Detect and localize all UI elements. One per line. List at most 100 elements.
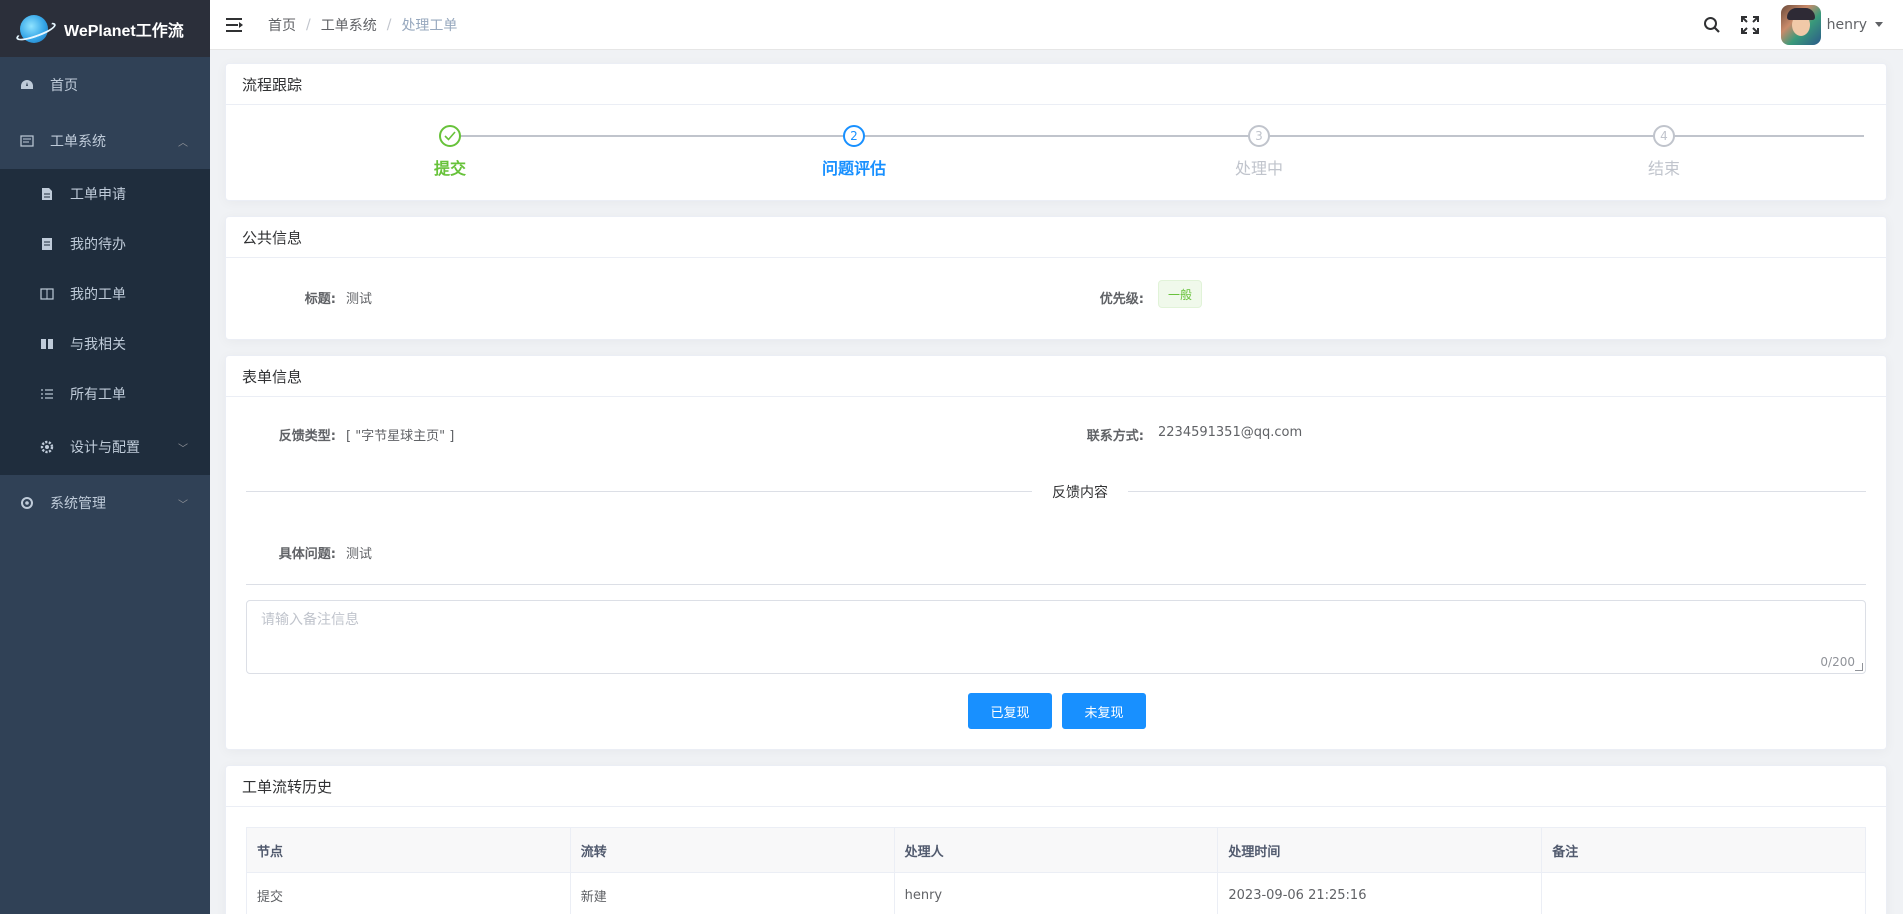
chevron-up-icon: ︿ (178, 137, 188, 149)
sidebar-item-label: 系统管理 (50, 496, 106, 512)
priority-tag: 一般 (1158, 280, 1203, 308)
form-edit-icon (40, 187, 54, 201)
sidebar-item-label: 首页 (50, 78, 78, 94)
breadcrumb-home[interactable]: 首页 (268, 15, 296, 35)
divider-text: 反馈内容 (1032, 482, 1128, 502)
table-row: 提交 新建 henry 2023-09-06 21:25:16 (247, 873, 1865, 914)
table-cell (1542, 873, 1865, 914)
app-logo[interactable]: WePlanet工作流 (0, 0, 210, 57)
gear-icon (40, 440, 54, 454)
breadcrumb-current: 处理工单 (401, 17, 458, 34)
remark-placeholder: 请输入备注信息 (261, 612, 359, 628)
table-header-row: 节点 流转 处理人 处理时间 备注 (247, 828, 1865, 873)
app-name: WePlanet工作流 (64, 22, 184, 40)
step-label: 处理中 (1234, 159, 1283, 178)
sidebar-item-design-config[interactable]: 设计与配置 ﹀ (0, 419, 210, 475)
step-processing: 3 处理中 (1159, 125, 1359, 179)
title-value: 测试 (346, 292, 373, 307)
priority-label: 优先级: (1099, 292, 1144, 307)
remark-textarea[interactable]: 请输入备注信息 0/200 (246, 600, 1866, 674)
remark-char-count: 0/200 (1820, 655, 1855, 669)
card-title: 公共信息 (226, 217, 1886, 258)
step-label: 提交 (433, 159, 466, 178)
sidebar-item-all-tickets[interactable]: 所有工单 (0, 369, 210, 419)
breadcrumb-ticket-system[interactable]: 工单系统 (321, 15, 377, 35)
sidebar-item-label: 工单申请 (70, 187, 126, 203)
search-icon[interactable] (1701, 14, 1723, 36)
column-header: 节点 (247, 828, 571, 872)
sidebar-item-label: 与我相关 (70, 337, 126, 353)
breadcrumb-separator: / (386, 16, 392, 33)
issue-row: 具体问题: 测试 (226, 531, 1886, 571)
system-icon (20, 496, 34, 510)
step-number: 4 (1653, 125, 1675, 147)
sidebar-item-home[interactable]: 首页 (0, 57, 210, 113)
chevron-down-icon: ﹀ (178, 443, 188, 455)
sidebar-item-system-admin[interactable]: 系统管理 ﹀ (0, 475, 210, 531)
process-tracking-card: 流程跟踪 提交 2 问题评估 3 处理中 4 结束 (225, 63, 1887, 201)
table-cell: henry (895, 873, 1219, 914)
form-info-card: 表单信息 反馈类型: [ "字节星球主页" ] 联系方式: 2234591351… (225, 355, 1887, 750)
process-steps: 提交 2 问题评估 3 处理中 4 结束 (226, 105, 1886, 201)
table-cell: 提交 (247, 873, 571, 914)
feedback-type-value: [ "字节星球主页" ] (346, 429, 455, 444)
list-icon (40, 387, 54, 401)
planet-logo-icon (20, 14, 48, 43)
sidebar-item-ticket-apply[interactable]: 工单申请 (0, 169, 210, 219)
issue-label: 具体问题: (278, 547, 336, 562)
not-reproduced-button[interactable]: 未复现 (1062, 693, 1146, 729)
card-title: 流程跟踪 (226, 64, 1886, 105)
column-header: 处理人 (894, 828, 1219, 872)
table-cell: 新建 (571, 873, 895, 914)
sidebar-item-ticket-system[interactable]: 工单系统 ︿ (0, 113, 210, 169)
step-assessment: 2 问题评估 (754, 125, 954, 179)
step-submit: 提交 (350, 125, 550, 179)
caret-down-icon[interactable] (1875, 22, 1883, 27)
sidebar-item-my-tickets[interactable]: 我的工单 (0, 269, 210, 319)
resize-handle-icon[interactable] (1855, 663, 1863, 671)
card-title: 工单流转历史 (226, 766, 1886, 807)
sidebar-item-label: 工单系统 (50, 134, 106, 150)
username[interactable]: henry (1827, 17, 1867, 33)
step-end: 4 结束 (1564, 125, 1764, 179)
chevron-down-icon: ﹀ (178, 499, 188, 511)
feedback-type-label: 反馈类型: (278, 429, 336, 444)
column-header: 流转 (570, 828, 895, 872)
top-navbar: 首页 / 工单系统 / 处理工单 henry (210, 0, 1903, 50)
title-label: 标题: (304, 292, 336, 307)
avatar[interactable] (1780, 4, 1821, 45)
public-info-card: 公共信息 标题: 测试 优先级: 一般 (225, 216, 1887, 340)
step-number: 3 (1248, 125, 1270, 147)
my-ticket-icon (40, 287, 54, 301)
navbar-right: henry (1701, 0, 1903, 50)
sidebar-toggle-icon[interactable] (226, 17, 246, 33)
sidebar-menu: 首页 工单系统 ︿ 工单申请 我的待办 我的工单 与我相关 所有工单 设计与配置… (0, 57, 210, 531)
fullscreen-icon[interactable] (1739, 14, 1761, 36)
breadcrumb-separator: / (306, 16, 311, 33)
contact-value: 2234591351@qq.com (1158, 425, 1303, 440)
ticket-system-icon (20, 134, 34, 148)
sidebar-item-my-todo[interactable]: 我的待办 (0, 219, 210, 269)
reproduced-button[interactable]: 已复现 (968, 693, 1052, 729)
step-label: 问题评估 (821, 159, 886, 178)
contact-label: 联系方式: (1086, 429, 1144, 444)
card-title: 表单信息 (226, 356, 1886, 397)
todo-icon (40, 237, 54, 251)
form-separator (246, 584, 1866, 585)
breadcrumb: 首页 / 工单系统 / 处理工单 (268, 15, 457, 35)
public-info-row: 标题: 测试 优先级: 一般 (226, 276, 1886, 316)
sidebar-item-label: 我的工单 (70, 287, 126, 303)
history-card: 工单流转历史 节点 流转 处理人 处理时间 备注 提交 新建 henry 202… (225, 765, 1887, 914)
dashboard-icon (20, 78, 34, 92)
column-header: 备注 (1542, 828, 1865, 872)
history-table: 节点 流转 处理人 处理时间 备注 提交 新建 henry 2023-09-06… (246, 827, 1866, 914)
form-info-row: 反馈类型: [ "字节星球主页" ] 联系方式: 2234591351@qq.c… (226, 413, 1886, 453)
sidebar: WePlanet工作流 首页 工单系统 ︿ 工单申请 我的待办 我的工单 与我相… (0, 0, 210, 914)
table-cell: 2023-09-06 21:25:16 (1218, 873, 1543, 914)
issue-value: 测试 (346, 547, 373, 562)
step-number: 2 (843, 125, 865, 147)
sidebar-item-related[interactable]: 与我相关 (0, 319, 210, 369)
sidebar-item-label: 我的待办 (70, 237, 126, 253)
related-icon (40, 337, 54, 351)
sidebar-item-label: 所有工单 (70, 387, 126, 403)
